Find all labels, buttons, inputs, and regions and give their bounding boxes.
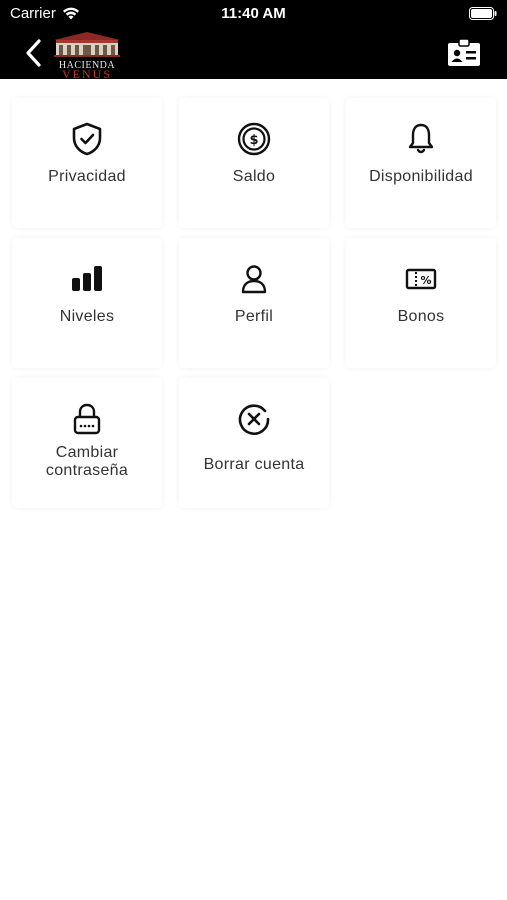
percent-ticket-icon: % [404,262,438,296]
delete-circle-icon [237,402,271,436]
logo-text-venus: VENUS [61,67,112,81]
signal-bars-icon [70,262,104,296]
svg-text:%: % [420,274,431,287]
menu-item-bonos[interactable]: % Bonos [346,238,496,368]
status-bar: Carrier 11:40 AM [0,0,507,28]
menu-item-label: Saldo [232,168,276,185]
menu-item-label: Borrar cuenta [203,456,305,473]
user-icon [237,262,271,296]
lock-icon [70,402,104,436]
navigation-bar: HACIENDA VENUS [0,28,507,81]
menu-item-label: Privacidad [48,168,126,185]
menu-item-label: Perfil [234,308,274,325]
menu-item-saldo[interactable]: $ Saldo [179,98,329,228]
battery-icon [469,7,497,20]
chevron-left-icon [26,39,41,67]
menu-item-label: Bonos [397,308,445,325]
hacienda-venus-logo: HACIENDA VENUS [50,30,124,81]
menu-item-disponibilidad[interactable]: Disponibilidad [346,98,496,228]
shield-check-icon [70,122,104,156]
id-card-icon [448,38,480,66]
coin-dollar-icon: $ [237,122,271,156]
menu-item-borrar-cuenta[interactable]: Borrar cuenta [179,378,329,508]
svg-text:$: $ [249,133,258,148]
menu-item-privacidad[interactable]: Privacidad [12,98,162,228]
menu-item-label: Disponibilidad [369,168,473,185]
menu-item-label: Cambiar contraseña [45,444,129,479]
bell-icon [404,122,438,156]
menu-item-cambiar-contrasena[interactable]: Cambiar contraseña [12,378,162,508]
hacienda-building-icon [54,32,120,57]
back-button[interactable] [18,36,48,70]
menu-item-perfil[interactable]: Perfil [179,238,329,368]
menu-item-label: Niveles [59,308,115,325]
status-time: 11:40 AM [221,5,286,22]
id-card-button[interactable] [446,38,482,68]
menu-item-niveles[interactable]: Niveles [12,238,162,368]
